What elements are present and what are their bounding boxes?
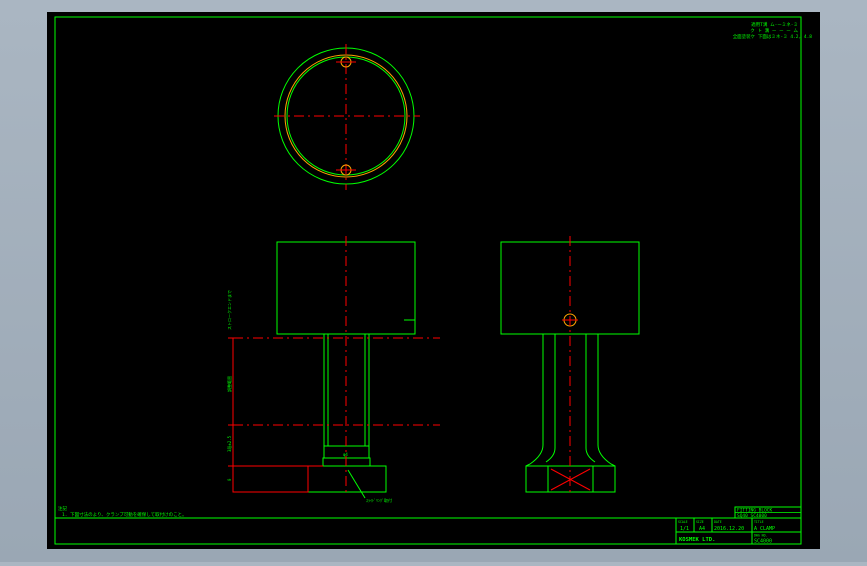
callout-text: ｽﾗｲﾄﾞﾘﾝｸﾞ取付 — [366, 497, 392, 503]
date-header: DATE — [714, 520, 722, 524]
notes-line-1: 1. 下図寸法のより、クランプ可動を確保して取付けのこと。 — [62, 511, 187, 518]
dim-label-low: 3段±2.5 — [226, 435, 232, 452]
spec-line-3: 全面塗装ケ 下面はミネ-ミ 4.2, 4.8 — [733, 33, 813, 40]
drawing-number: SC4000 — [754, 539, 772, 545]
scale-header: SCALE — [678, 520, 688, 524]
company-name: KOSMEK LTD. — [679, 537, 715, 543]
title-value: A CLAMP — [754, 526, 775, 532]
dim-label-total: ストロークエンドまで — [226, 290, 232, 330]
drawing-number-header: DWG NO. — [754, 534, 768, 538]
part-name-row1: FITTING BLOCK — [737, 508, 773, 514]
title-header: TITLE — [754, 520, 764, 524]
size-header: SIZE — [696, 520, 704, 524]
drawing-canvas[interactable]: ストロークエンドまで 調整範囲 3段±2.5 0 φ4 ｽﾗｲﾄﾞﾘﾝｸﾞ取付 … — [0, 0, 867, 562]
spec-line-1: 適用T溝 ム-ーミネ-ミ — [751, 21, 798, 28]
dim-label-mid: 調整範囲 — [226, 376, 232, 392]
date-value: 2016.12.20 — [714, 526, 744, 532]
spec-line-2: ク ト 溝 ー ー ー ム — [750, 27, 798, 34]
size-value: A4 — [699, 526, 705, 532]
notes-title: 注記 — [58, 505, 67, 512]
cad-viewport: ストロークエンドまで 調整範囲 3段±2.5 0 φ4 ｽﾗｲﾄﾞﾘﾝｸﾞ取付 … — [0, 0, 867, 562]
dim-label-small: φ4 — [343, 452, 348, 457]
drawing-sheet — [47, 12, 820, 549]
scale-value: 1/1 — [680, 526, 689, 532]
